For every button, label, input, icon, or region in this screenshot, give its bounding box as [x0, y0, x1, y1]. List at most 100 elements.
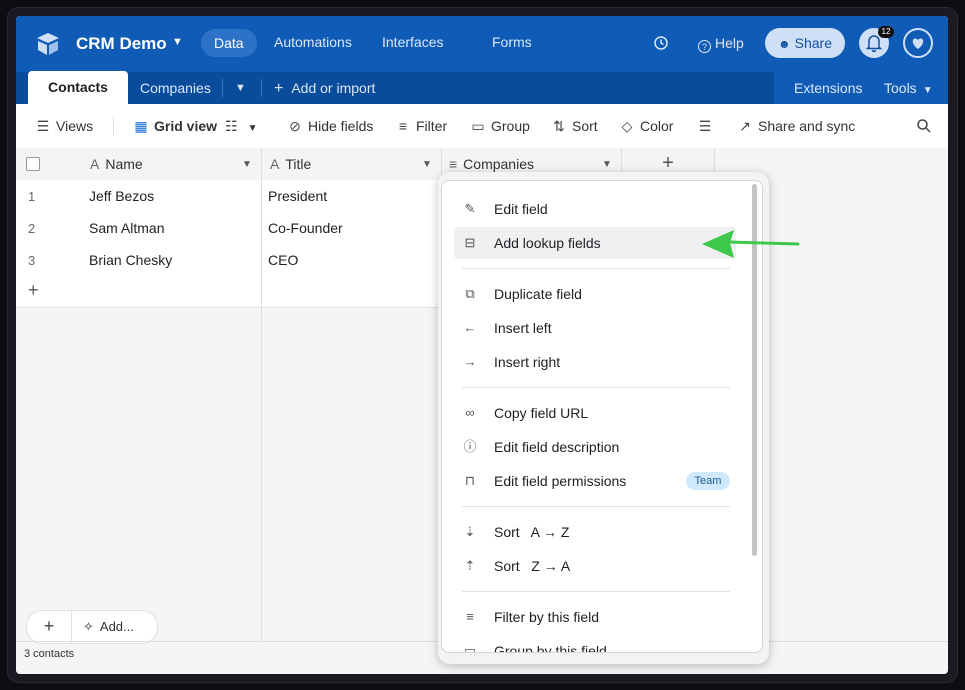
chevron-down-icon[interactable]: ▼	[422, 159, 432, 170]
tab-contacts[interactable]: Contacts	[28, 71, 128, 104]
row-height-icon: ☰	[698, 118, 712, 134]
menu-item-label: Group by this field	[494, 643, 607, 653]
nav-interfaces[interactable]: Interfaces	[382, 34, 443, 50]
color-label: Color	[640, 118, 674, 134]
color-button[interactable]: ◇ Color	[620, 118, 674, 135]
add-label: Add...	[99, 619, 134, 634]
menu-item-sort-a-z[interactable]: ⇣ Sort A → Z	[454, 516, 736, 548]
column-header-companies[interactable]: ≡ Companies	[449, 156, 534, 172]
plus-icon: +	[274, 80, 284, 97]
external-link-icon: ↗	[739, 118, 751, 134]
cell-name[interactable]: Jeff Bezos	[89, 188, 154, 204]
plus-icon: +	[662, 152, 674, 174]
menu-item-label: Filter by this field	[494, 609, 600, 625]
menu-item-copy-field-url[interactable]: ∞ Copy field URL	[454, 397, 736, 429]
magic-wand-icon: ✧	[83, 619, 94, 634]
hide-fields-label: Hide fields	[308, 118, 374, 134]
share-and-sync-button[interactable]: ↗ Share and sync	[738, 118, 855, 135]
record-count: 3 contacts	[24, 648, 75, 660]
cell-title[interactable]: Co-Founder	[268, 220, 343, 236]
cell-title[interactable]: President	[268, 188, 327, 204]
annotation-arrow-icon	[702, 230, 800, 258]
cell-name[interactable]: Sam Altman	[89, 220, 164, 236]
tools-button[interactable]: Tools ▼	[884, 80, 933, 96]
avatar[interactable]	[903, 28, 933, 58]
cell-title[interactable]: CEO	[268, 252, 298, 268]
tables-chevron-icon[interactable]: ▼	[235, 82, 246, 94]
nav-automations[interactable]: Automations	[274, 34, 352, 50]
menu-divider	[462, 387, 730, 388]
chevron-down-icon[interactable]: ▼	[602, 159, 612, 170]
menu-item-filter-by-field[interactable]: ≡ Filter by this field	[454, 601, 736, 633]
toolbar-divider	[113, 117, 114, 135]
menu-divider	[462, 591, 730, 592]
tab-companies[interactable]: Companies	[140, 80, 211, 96]
arrow-left-icon: ←	[463, 320, 477, 335]
people-icon: ☻	[778, 37, 791, 51]
grid-icon: ▦	[134, 118, 148, 134]
group-button[interactable]: ▭ Group	[471, 118, 530, 135]
filter-button[interactable]: ≡ Filter	[396, 118, 447, 134]
column-header-name[interactable]: A Name	[90, 156, 143, 172]
add-record-row[interactable]: +	[16, 276, 441, 308]
filter-icon: ≡	[466, 609, 474, 624]
search-icon[interactable]	[916, 118, 932, 134]
add-record-button[interactable]: +	[27, 611, 72, 643]
menu-item-label: Copy field URL	[494, 405, 589, 421]
nav-forms[interactable]: Forms	[492, 34, 532, 50]
text-field-icon: A	[270, 156, 280, 172]
select-all-checkbox[interactable]	[26, 157, 40, 171]
help-label: Help	[715, 35, 744, 51]
sort-button[interactable]: ⇅ Sort	[552, 118, 598, 135]
base-title[interactable]: CRM Demo	[76, 34, 167, 54]
menu-item-label: Insert left	[494, 320, 552, 336]
column-header-title[interactable]: A Title	[270, 156, 311, 172]
menu-item-insert-left[interactable]: ← Insert left	[454, 312, 736, 344]
column-label-name: Name	[105, 156, 143, 172]
bottom-add-bar: + ✧ Add...	[26, 610, 158, 644]
menu-item-label: Edit field description	[494, 439, 620, 455]
sort-icon: ⇅	[553, 118, 565, 134]
base-logo-icon[interactable]	[34, 30, 62, 58]
share-label: Share	[794, 35, 832, 51]
extensions-button[interactable]: Extensions	[794, 80, 862, 96]
menu-item-edit-field[interactable]: ✎ Edit field	[454, 193, 736, 225]
group-label: Group	[491, 118, 530, 134]
views-label: Views	[56, 118, 94, 134]
menu-item-insert-right[interactable]: → Insert right	[454, 346, 736, 378]
help-button[interactable]: ? Help	[698, 35, 744, 53]
pencil-icon: ✎	[464, 201, 476, 216]
hamburger-icon: ☰	[36, 118, 50, 134]
menu-item-label: Sort Z → A	[494, 558, 571, 574]
views-button[interactable]: ☰ Views	[36, 118, 93, 135]
grid-view-button[interactable]: ▦ Grid view ☷ ▼	[134, 118, 257, 135]
group-icon: ▭	[463, 643, 477, 653]
column-label-companies: Companies	[463, 156, 534, 172]
linked-record-icon: ≡	[449, 156, 458, 172]
tab-divider	[222, 79, 223, 97]
chevron-down-icon[interactable]: ▼	[172, 36, 183, 48]
row-height-button[interactable]: ☰	[698, 118, 718, 135]
grid-view-label: Grid view	[154, 118, 218, 134]
duplicate-icon: ⧉	[465, 286, 475, 301]
nav-data[interactable]: Data	[201, 29, 257, 57]
menu-item-label: Edit field	[494, 201, 548, 217]
add-extension-button[interactable]: ✧ Add...	[83, 619, 134, 635]
eye-off-icon: ⊘	[289, 118, 301, 134]
cell-name[interactable]: Brian Chesky	[89, 252, 172, 268]
menu-item-label: Add lookup fields	[494, 235, 601, 251]
plus-icon: +	[28, 280, 39, 300]
sort-label: Sort	[572, 118, 598, 134]
menu-item-group-by-field[interactable]: ▭ Group by this field	[454, 635, 736, 653]
menu-item-add-lookup-fields[interactable]: ⊟ Add lookup fields	[454, 227, 736, 259]
menu-item-duplicate-field[interactable]: ⧉ Duplicate field	[454, 278, 736, 310]
hide-fields-button[interactable]: ⊘ Hide fields	[288, 118, 373, 135]
chevron-down-icon[interactable]: ▼	[242, 159, 252, 170]
sort-desc-icon: ⇡	[464, 558, 476, 573]
share-button[interactable]: ☻ Share	[765, 28, 845, 58]
menu-item-edit-field-description[interactable]: ⓘ Edit field description	[454, 431, 736, 463]
menu-item-edit-field-permissions[interactable]: ⊓ Edit field permissions Team	[454, 465, 736, 497]
menu-item-sort-z-a[interactable]: ⇡ Sort Z → A	[454, 550, 736, 582]
history-icon[interactable]	[653, 35, 669, 51]
add-or-import-button[interactable]: + Add or import	[274, 80, 375, 98]
